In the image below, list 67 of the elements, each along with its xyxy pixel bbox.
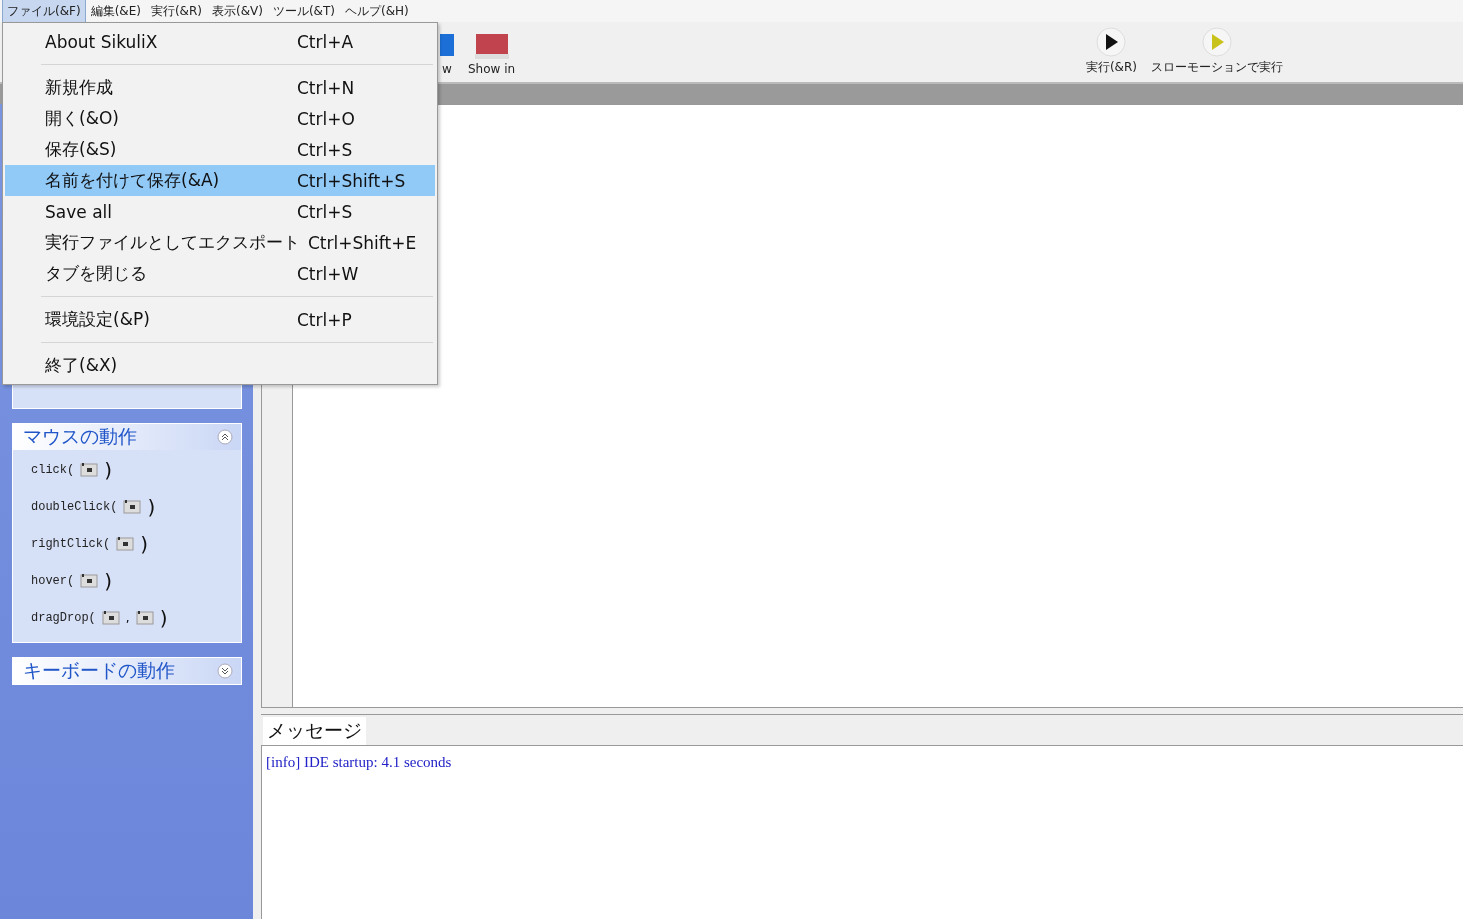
menu-item[interactable]: ヘルプ(&H) xyxy=(340,0,414,24)
command-name[interactable]: dragDrop( xyxy=(31,611,96,625)
shortcut: Ctrl+S xyxy=(297,201,353,222)
command-name[interactable]: doubleClick( xyxy=(31,500,118,514)
camera-icon xyxy=(123,500,142,514)
shortcut: Ctrl+P xyxy=(297,309,352,330)
menu-label: タブを閉じる xyxy=(45,262,148,285)
toolbar-label[interactable]: 実行(&R) xyxy=(1085,59,1137,76)
shortcut: Ctrl+Shift+E xyxy=(308,232,417,253)
paren: ) xyxy=(104,458,113,482)
menu-item[interactable]: 表示(&V) xyxy=(207,0,268,24)
shortcut: Ctrl+S xyxy=(297,139,353,160)
menu-label: About SikuliX xyxy=(45,31,159,52)
play-icon xyxy=(1096,27,1127,57)
toolbar-label[interactable]: Show in xyxy=(468,62,516,76)
menu-label: 名前を付けて保存(&A) xyxy=(45,169,221,192)
menu-entry[interactable]: 保存(&S) Ctrl+S xyxy=(5,134,435,165)
menu-entry[interactable]: About SikuliX Ctrl+A xyxy=(5,26,435,57)
menu-item[interactable]: 編集(&E) xyxy=(85,0,146,24)
menu-entry[interactable]: 開く(&O) Ctrl+O xyxy=(5,103,435,134)
shortcut: Ctrl+N xyxy=(297,77,355,98)
play-icon xyxy=(1202,27,1232,57)
command-name[interactable]: click( xyxy=(31,463,75,477)
window-icon xyxy=(474,34,509,60)
section-title: マウスの動作 xyxy=(23,424,137,449)
menu-entry[interactable]: タブを閉じる Ctrl+W xyxy=(5,258,435,289)
menu-entry[interactable]: 環境設定(&P) Ctrl+P xyxy=(5,304,435,335)
menu-item[interactable]: ツール(&T) xyxy=(267,0,340,24)
camera-icon xyxy=(101,611,120,625)
camera-icon xyxy=(135,611,154,625)
shortcut: Ctrl+O xyxy=(297,108,355,129)
collapse-icon[interactable] xyxy=(217,429,233,445)
menu-label: 環境設定(&P) xyxy=(45,308,151,331)
paren: ) xyxy=(147,495,156,519)
comma: , xyxy=(125,611,130,625)
menu-label: 保存(&S) xyxy=(45,138,118,161)
camera-icon xyxy=(116,537,135,551)
paren: ) xyxy=(159,606,168,630)
menu-entry[interactable]: 終了(&X) xyxy=(5,350,435,381)
menu-label: 開く(&O) xyxy=(45,107,120,130)
expand-icon[interactable] xyxy=(217,663,233,679)
command-name[interactable]: rightClick( xyxy=(31,537,111,551)
paren: ) xyxy=(104,569,113,593)
message-tab[interactable]: メッセージ xyxy=(263,717,366,745)
menu-item[interactable]: ファイル(&F) xyxy=(2,0,86,24)
menu-entry[interactable]: 新規作成 Ctrl+N xyxy=(5,72,435,103)
section-header[interactable]: キーボードの動作 xyxy=(13,658,241,684)
menu-label: Save all xyxy=(45,201,113,222)
menu-label: 終了(&X) xyxy=(45,354,119,377)
section-header[interactable]: マウスの動作 xyxy=(13,424,241,450)
menu-label: 実行ファイルとしてエクスポート xyxy=(45,231,300,254)
camera-icon xyxy=(80,574,99,588)
shortcut: Ctrl+A xyxy=(297,31,354,52)
menu-label: 新規作成 xyxy=(45,76,114,99)
menu-entry[interactable]: 名前を付けて保存(&A) Ctrl+Shift+S xyxy=(5,165,435,196)
log-line: [info] IDE startup: 4.1 seconds xyxy=(266,754,453,771)
shortcut: Ctrl+Shift+S xyxy=(297,170,406,191)
section-title: キーボードの動作 xyxy=(23,658,175,683)
menu-item[interactable]: 実行(&R) xyxy=(145,0,207,24)
command-name[interactable]: hover( xyxy=(31,574,75,588)
paren: ) xyxy=(140,532,149,556)
camera-icon xyxy=(80,463,99,477)
menu-entry[interactable]: Save all Ctrl+S xyxy=(5,196,435,227)
toolbar-label[interactable]: スローモーションで実行 xyxy=(1151,59,1283,76)
menu-entry[interactable]: 実行ファイルとしてエクスポート Ctrl+Shift+E xyxy=(5,227,435,258)
shortcut: Ctrl+W xyxy=(297,263,359,284)
toolbar-label[interactable]: w xyxy=(442,62,452,76)
